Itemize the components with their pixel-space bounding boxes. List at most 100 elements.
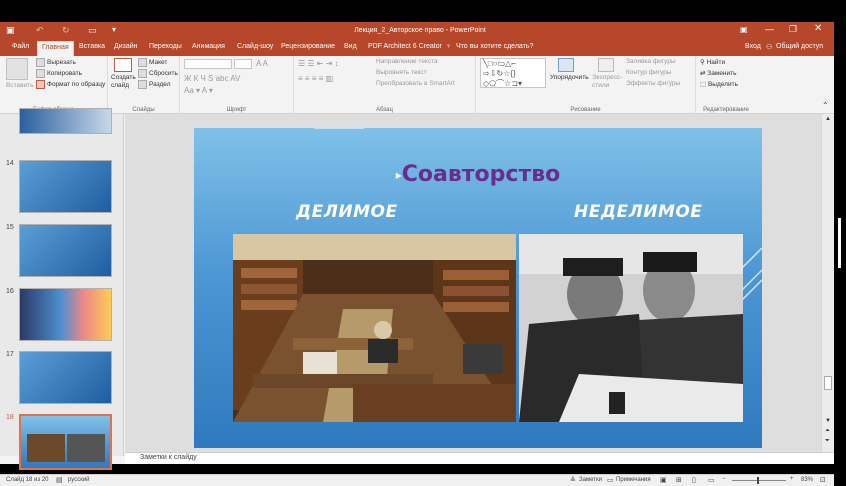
signin-link[interactable]: Вход [745,43,761,50]
tab-view[interactable]: Вид [344,43,357,50]
tab-file[interactable]: Файл [12,43,29,50]
reset-icon [138,69,147,78]
thumbnail-number: 14 [6,160,14,167]
shape-fill-button[interactable]: Заливка фигуры [626,58,676,65]
thumbnail-number: 16 [6,288,14,295]
minimize-button[interactable]: — [765,24,774,34]
scroll-down-icon[interactable]: ▼ [825,418,831,424]
copy-icon [36,69,45,78]
tab-home[interactable]: Главная [37,41,74,56]
align-text-button[interactable]: Выровнять текст [376,69,427,76]
qat-customize-icon[interactable]: ▾ [112,25,116,34]
paste-button[interactable]: Вставить [6,82,34,89]
screen-edge-marker [838,218,841,268]
font-size-input[interactable] [234,59,252,69]
tab-insert[interactable]: Вставка [79,43,105,50]
slide[interactable]: ▸Соавторство ДЕЛИМОЕ НЕДЕЛИМОЕ [194,128,762,448]
tab-transitions[interactable]: Переходы [149,43,182,50]
status-bar: Слайд 18 из 20 ▤ русский ≙ Заметки ▭ При… [0,474,834,486]
maximize-button[interactable]: ❐ [789,24,797,35]
shapes-gallery[interactable]: ╲□○▭△⌐ ⇨⇩↻☆{} ◇⬠⌒☆⊐▾ [480,58,546,88]
slide-thumbnail[interactable] [19,108,112,134]
group-label: Шрифт [226,107,247,113]
next-slide-icon[interactable]: ⏷ [825,438,830,445]
group-clipboard: Вставить Вырезать Копировать Формат по о… [0,56,108,114]
tab-animations[interactable]: Анимация [192,43,225,50]
zoom-in-icon[interactable]: + [790,476,794,482]
cut-button[interactable]: Вырезать [47,59,76,66]
font-name-input[interactable] [184,59,232,69]
group-editing: ⚲ Найти ⇄ Заменить ⬚ Выделить Редактиров… [696,56,756,114]
redo-icon[interactable]: ↻ [62,25,70,36]
smartart-button[interactable]: Преобразовать в SmartArt [376,80,455,87]
section-button[interactable]: Раздел [149,81,170,88]
replace-icon: ⇄ [700,70,706,77]
language-indicator[interactable]: русский [68,477,90,483]
find-button[interactable]: Найти [707,59,726,66]
title-bar: ▣ ↶ ↻ ▭ ▾ Лекция_2_Авторское право - Pow… [0,22,834,40]
layout-icon [138,58,147,67]
tab-review[interactable]: Рецензирование [281,43,335,50]
shape-effects-button[interactable]: Эффекты фигуры [626,80,680,87]
tell-me-box[interactable]: Что вы хотите сделать? [456,43,533,50]
slide-thumbnail[interactable] [19,224,112,277]
arrange-icon[interactable] [558,58,574,72]
reading-view-icon[interactable]: ▯ [692,476,696,484]
undo-icon[interactable]: ↶ [36,25,44,36]
format-painter-icon [36,80,45,89]
zoom-slider-thumb[interactable] [757,477,759,484]
tab-slideshow[interactable]: Слайд-шоу [237,43,273,50]
arrange-button[interactable]: Упорядочить [550,74,589,81]
align-icons[interactable]: ≡ ≡ ≡ ≡ ▥ [298,74,333,83]
notes-button[interactable]: Заметки [579,477,602,483]
scroll-up-icon[interactable]: ▲ [825,116,831,122]
new-slide-button[interactable]: Создать слайд [111,74,137,90]
collapse-ribbon-icon[interactable]: ⌃ [822,101,829,110]
layout-button[interactable]: Макет [149,59,167,66]
quick-styles-icon[interactable] [598,58,614,72]
select-button[interactable]: Выделить [708,81,738,88]
slide-thumbnail[interactable] [19,288,112,341]
comments-button[interactable]: Примечания [616,477,651,483]
text-direction-button[interactable]: Направление текста [376,58,438,65]
slide-counter: Слайд 18 из 20 [6,477,49,483]
normal-view-icon[interactable]: ▣ [660,476,667,484]
scroll-thumb[interactable] [824,376,832,390]
quick-styles-button[interactable]: Экспресс-стили [592,74,624,90]
thumbnail-number: 18 [6,414,14,421]
shape-outline-button[interactable]: Контур фигуры [626,69,671,76]
group-drawing: ╲□○▭△⌐ ⇨⇩↻☆{} ◇⬠⌒☆⊐▾ Упорядочить Экспресс-… [476,56,696,114]
ribbon-options-icon[interactable]: ▣ [740,25,748,34]
share-button[interactable]: Общий доступ [776,43,823,50]
copy-button[interactable]: Копировать [47,70,82,77]
save-icon[interactable]: ▣ [6,25,15,36]
format-painter-button[interactable]: Формат по образцу [47,81,105,88]
tab-design[interactable]: Дизайн [114,43,138,50]
ribbon-tabs: Файл Главная Вставка Дизайн Переходы Ани… [0,40,834,56]
paste-icon[interactable] [6,58,28,80]
zoom-level[interactable]: 83% [801,477,813,483]
sorter-view-icon[interactable]: ⊞ [676,476,682,484]
new-slide-icon[interactable] [114,58,132,72]
slide-thumbnail[interactable] [19,351,112,404]
list-icons[interactable]: ☰ ☰ ⇤ ⇥ ↕ [298,59,339,68]
fit-slide-icon[interactable]: ⊡ [820,476,826,484]
font-color-icons[interactable]: Aa ▾ A ▾ [184,86,213,95]
font-style-icons[interactable]: Ж К Ч S abc AV [184,74,240,83]
zoom-out-icon[interactable]: − [722,476,726,482]
grow-font-icon[interactable]: A A [256,59,268,68]
slide-thumbnail[interactable] [19,160,112,213]
section-icon [138,80,147,89]
present-icon[interactable]: ▭ [88,25,97,36]
slide-thumbnail-active[interactable] [19,414,112,470]
canvas-scrollbar[interactable]: ▲ ▼ ⏶ ⏷ [821,114,834,452]
spellcheck-icon[interactable]: ▤ [56,476,63,484]
prev-slide-icon[interactable]: ⏶ [825,428,830,435]
replace-button[interactable]: Заменить [707,70,736,77]
tab-pdf-architect[interactable]: PDF Architect 6 Creator [368,43,442,50]
reset-button[interactable]: Сбросить [149,70,178,77]
close-button[interactable]: ✕ [814,23,822,34]
zoom-slider[interactable] [732,480,786,481]
slideshow-view-icon[interactable]: ▭ [708,476,715,484]
notes-pane[interactable]: Заметки к слайду [125,452,834,464]
